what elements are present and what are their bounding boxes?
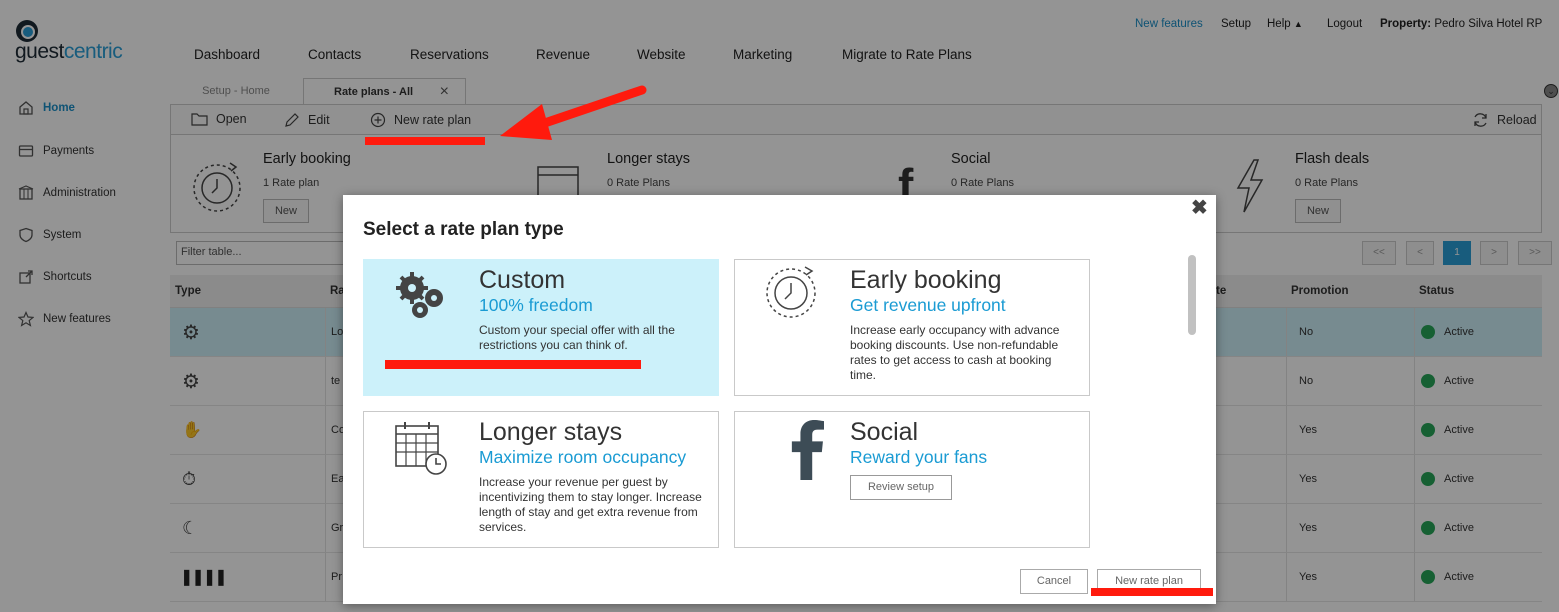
option-subtitle: Get revenue upfront — [850, 295, 1006, 315]
facebook-icon — [791, 420, 824, 480]
gears-icon — [396, 272, 443, 318]
option-description: Increase your revenue per guest by incen… — [479, 475, 702, 534]
option-title: Longer stays — [479, 418, 623, 446]
annotation-underline — [1091, 588, 1213, 596]
option-social[interactable]: Social Reward your fans Review setup — [734, 411, 1090, 548]
annotation-underline — [385, 360, 641, 369]
option-title: Custom — [479, 266, 566, 294]
option-early-booking[interactable]: Early booking Get revenue upfront Increa… — [734, 259, 1090, 396]
rate-plan-type-dialog: Select a rate plan type ✖ Custom 100% fr… — [343, 195, 1216, 604]
cancel-button[interactable]: Cancel — [1020, 569, 1088, 594]
option-custom[interactable]: Custom 100% freedom Custom your special … — [363, 259, 719, 396]
dialog-scrollbar[interactable] — [1188, 255, 1196, 335]
option-description: Increase early occupancy with advance bo… — [850, 323, 1060, 382]
option-title: Social — [850, 418, 919, 446]
option-title: Early booking — [850, 266, 1002, 294]
option-subtitle: Maximize room occupancy — [479, 447, 687, 467]
calendar-clock-icon — [395, 422, 447, 475]
option-subtitle: 100% freedom — [479, 295, 593, 315]
option-longer-stays[interactable]: Longer stays Maximize room occupancy Inc… — [363, 411, 719, 548]
review-setup-button[interactable]: Review setup — [850, 475, 952, 500]
close-icon[interactable]: ✖ — [1191, 195, 1208, 220]
annotation-underline — [365, 137, 485, 145]
option-subtitle: Reward your fans — [850, 447, 988, 467]
option-description: Custom your special offer with all the r… — [479, 323, 675, 352]
dialog-title: Select a rate plan type — [363, 219, 564, 240]
annotation-arrow-icon — [500, 85, 647, 140]
stopwatch-icon — [766, 266, 816, 318]
